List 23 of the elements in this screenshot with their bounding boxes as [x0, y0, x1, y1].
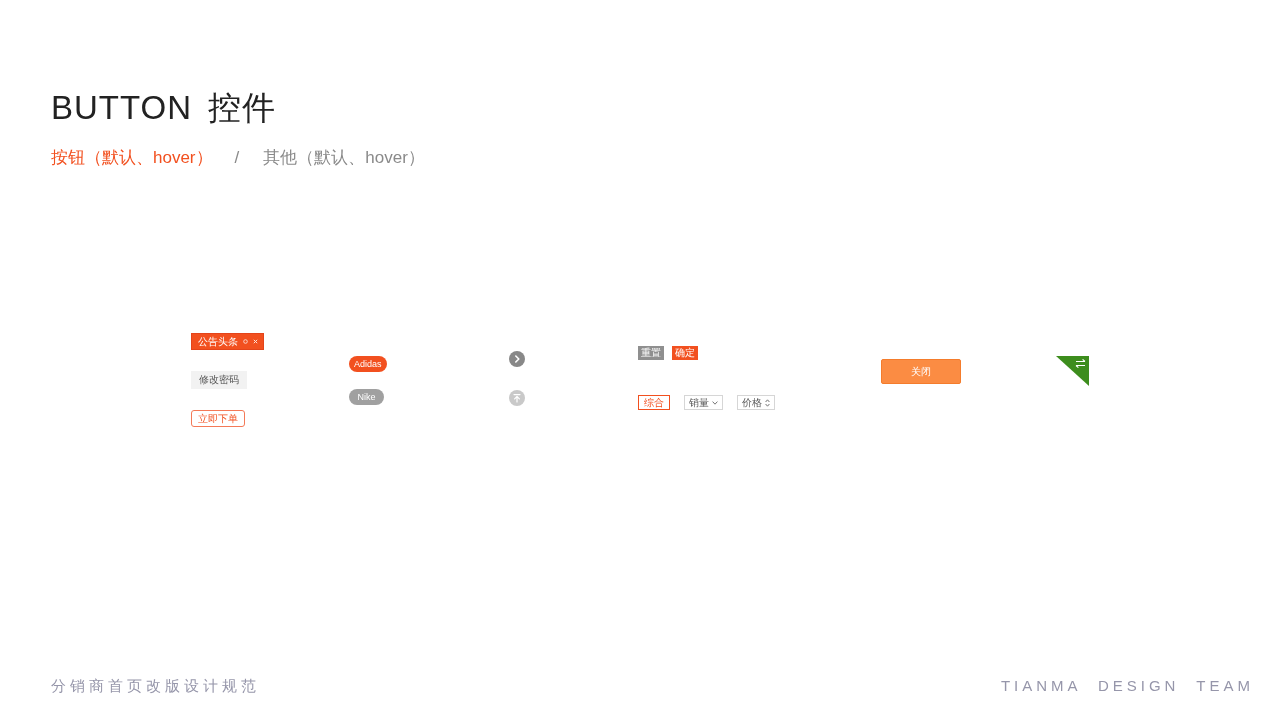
close-icon[interactable] [253, 339, 258, 344]
close-button[interactable]: 关闭 [881, 359, 961, 384]
sort-tab[interactable]: 价格 [737, 395, 775, 410]
project-name: 分销商首页改版设计规范 [51, 676, 260, 696]
outline-button[interactable]: 立即下单 [191, 410, 245, 427]
sort-tab[interactable]: 销量 [684, 395, 723, 410]
filter-pill[interactable]: Adidas [349, 356, 387, 372]
swap-arrows-icon[interactable] [1056, 356, 1089, 386]
team-name: TIANMA DESIGN TEAM [1000, 676, 1254, 696]
sort-tab[interactable]: 综合 [638, 395, 670, 410]
plain-button[interactable]: 修改密码 [191, 371, 247, 389]
tag-button[interactable]: 公告头条 [191, 333, 264, 350]
tab-separator: / [234, 147, 240, 169]
secondary-button[interactable]: 重置 [638, 346, 664, 360]
filter-pill[interactable]: Nike [349, 389, 384, 405]
primary-button[interactable]: 确定 [672, 346, 698, 360]
ring-icon [243, 339, 248, 344]
sort-arrows-icon [765, 398, 770, 407]
page-title: BUTTON 控件 [51, 88, 277, 128]
tab[interactable]: 按钮（默认、hover） [51, 146, 213, 170]
tab[interactable]: 其他（默认、hover） [263, 146, 425, 170]
chevron-right-icon[interactable] [509, 351, 525, 367]
chevron-down-icon [712, 400, 718, 405]
